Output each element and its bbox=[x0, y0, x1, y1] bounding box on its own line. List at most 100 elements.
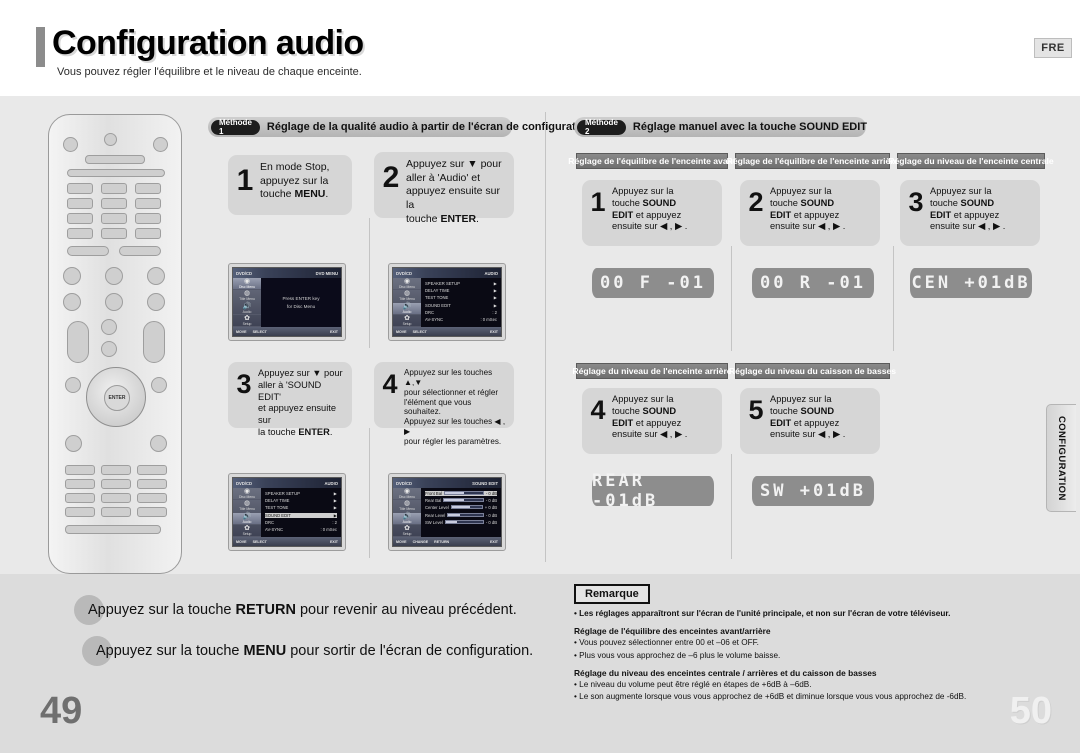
disc-icon: ◉ bbox=[403, 278, 411, 286]
remote-forward-button bbox=[147, 293, 165, 311]
screen-sidebar-item[interactable]: 🔊 Audio bbox=[233, 512, 261, 525]
title-icon: ◍ bbox=[403, 500, 411, 508]
screen-sidebar-item[interactable]: 🔊 Audio bbox=[233, 303, 261, 315]
divider-method1-vertical-bottom bbox=[369, 428, 370, 558]
screen-menu-list: SPEAKER SETUP ▶ DELAY TIME ▶ TEST TONE ▶ SO… bbox=[261, 488, 341, 537]
screen-menu-row[interactable]: TEST TONE ▶ bbox=[265, 505, 337, 510]
screen-menu-row[interactable]: DRC: 2 bbox=[265, 520, 337, 525]
screen-menu-row[interactable]: DRC: 2 bbox=[425, 310, 497, 315]
step-text: Appuyez sur ▼ pour aller à 'Audio' et appu… bbox=[406, 158, 502, 225]
remote-lower-key-2 bbox=[101, 465, 131, 475]
method2-heading: Réglage manuel avec la touche SOUND EDIT bbox=[632, 121, 868, 133]
remote-key-clear bbox=[67, 228, 93, 239]
remote-return-button bbox=[65, 435, 82, 452]
slider-track[interactable] bbox=[447, 512, 484, 517]
screen-menu-row[interactable]: AV-SYNC: 0 mSec bbox=[425, 317, 497, 322]
screen-sidebar-item[interactable]: ◍ Title Menu bbox=[233, 500, 261, 513]
title-icon: ◍ bbox=[243, 290, 251, 298]
screen-sidebar-item[interactable]: ◉ Disc Menu bbox=[233, 488, 261, 501]
step-number: 4 bbox=[382, 369, 398, 399]
speaker-icon: 🔊 bbox=[242, 512, 252, 520]
remote-key-5 bbox=[101, 198, 127, 209]
method1-step-3: 3 Appuyez sur ▼ pour aller à 'SOUND EDIT'… bbox=[228, 362, 352, 437]
screen-slider-row[interactable]: Rear Level - 0 dB bbox=[425, 512, 497, 518]
step-text: En mode Stop, appuyez sur la touche MENU. bbox=[260, 161, 330, 201]
screen-topbar-right: SOUND EDIT bbox=[472, 480, 498, 486]
screen-topbar-right: AUDIO bbox=[484, 270, 499, 276]
screen-menu-row[interactable]: SPEAKER SETUP ▶ bbox=[265, 491, 337, 496]
screen-slider-list: Front Bal - 0 dB Rear Bal - 0 dB Center … bbox=[421, 488, 501, 537]
screen-sidebar-item[interactable]: ✿ Setup bbox=[233, 315, 261, 327]
remote-key-enter bbox=[135, 228, 161, 239]
method2-bar-3: Réglage du niveau de l'enceinte centrale bbox=[888, 153, 1054, 169]
footer-instruction-text: Appuyez sur la touche MENU pour sortir d… bbox=[96, 643, 534, 659]
remarque-label: Remarque bbox=[574, 584, 650, 604]
slider-track[interactable] bbox=[444, 491, 484, 495]
slider-track[interactable] bbox=[450, 505, 483, 510]
screen-sidebar-item[interactable]: 🔊 Audio bbox=[393, 302, 421, 315]
slider-track[interactable] bbox=[444, 519, 484, 524]
screen-menu-list: SPEAKER SETUP ▶ DELAY TIME ▶ TEST TONE ▶ SO… bbox=[421, 278, 501, 327]
remote-power-button bbox=[63, 137, 78, 152]
method1-step-2: 2 Appuyez sur ▼ pour aller à 'Audio' et ap… bbox=[374, 152, 514, 225]
disc-icon: ◉ bbox=[403, 488, 411, 496]
method2-bar-4: Réglage du niveau de l'enceinte arrière bbox=[572, 363, 732, 379]
screen-menu-row[interactable]: DELAY TIME ▶ bbox=[425, 288, 497, 293]
method2-lcd-3: CEN +01dB bbox=[910, 268, 1032, 298]
screen-menu-row[interactable]: DELAY TIME ▶ bbox=[265, 498, 337, 503]
screen-topbar-left: DVD/CD bbox=[396, 270, 413, 276]
page-title: Configuration audio bbox=[52, 24, 364, 62]
screen-sidebar-item[interactable]: ✿ Setup bbox=[393, 525, 421, 537]
method1-heading: Réglage de la qualité audio à partir de … bbox=[266, 121, 593, 133]
screen-sidebar-item[interactable]: ◉ Disc Menu bbox=[393, 278, 421, 291]
screen-menu-row[interactable]: SOUND EDIT ▶ bbox=[425, 303, 497, 308]
screen-menu-row[interactable]: AV-SYNC: 0 mSec bbox=[265, 527, 337, 532]
page-number-left: 49 bbox=[40, 690, 83, 732]
screen-slider-row[interactable]: SW Level - 0 dB bbox=[425, 519, 497, 525]
remote-stop-button bbox=[105, 267, 123, 285]
section-tab-label: CONFIGURATION bbox=[1056, 415, 1067, 501]
method1-step-4: 4 Appuyez sur les touches ▲,▼ pour sélect… bbox=[374, 362, 514, 446]
section-tab-configuration[interactable]: CONFIGURATION bbox=[1046, 404, 1076, 512]
screen-menu-row[interactable]: TEST TONE ▶ bbox=[425, 295, 497, 300]
screen-sidebar-item[interactable]: ◍ Title Menu bbox=[233, 290, 261, 303]
screen-bottombar: MOVE SELECT EXIT bbox=[233, 537, 341, 546]
step-text: Appuyez sur les touches ▲,▼ pour sélectio… bbox=[404, 368, 506, 447]
title-accent-bar bbox=[36, 27, 45, 67]
remote-lower-key-5 bbox=[101, 479, 131, 489]
remote-key-4 bbox=[67, 198, 93, 209]
screen-slider-row[interactable]: Center Level + 0 dB bbox=[425, 505, 497, 510]
method2-bar-5: Réglage du niveau du caisson de basses bbox=[729, 363, 896, 379]
step-number: 3 bbox=[908, 187, 924, 217]
screen-sidebar-item[interactable]: ◍ Title Menu bbox=[393, 500, 421, 513]
screen-sidebar-item[interactable]: ✿ Setup bbox=[393, 315, 421, 327]
screen-sidebar-item[interactable]: ◉ Disc Menu bbox=[233, 278, 261, 291]
screen-sidebar: ◉ Disc Menu ◍ Title Menu 🔊 Audio ✿ Setup bbox=[393, 278, 421, 327]
screen-center-message: Press ENTER key for Disc Menu bbox=[282, 296, 320, 309]
screen-topbar-right: AUDIO bbox=[324, 480, 339, 486]
screen-slider-row-selected[interactable]: Front Bal - 0 dB bbox=[425, 491, 497, 496]
screen-sidebar-item[interactable]: ◉ Disc Menu bbox=[393, 488, 421, 501]
screen-topbar-right: DVD MENU bbox=[315, 270, 338, 276]
screen-menu-row-selected[interactable]: SOUND EDIT ▶ bbox=[265, 512, 337, 518]
note-heading: Réglage du niveau des enceintes centrale… bbox=[574, 667, 877, 678]
method2-step-2: 2 Appuyez sur la touche SOUND EDIT et appu… bbox=[740, 180, 880, 246]
screen-sidebar: ◉ Disc Menu ◍ Title Menu 🔊 Audio ✿ Setup bbox=[393, 488, 421, 537]
remote-control-illustration: ENTER bbox=[48, 114, 182, 574]
method2-tag: Méthode 2 bbox=[577, 118, 626, 136]
speaker-icon: 🔊 bbox=[242, 302, 252, 310]
screen-topbar-left: DVD/CD bbox=[396, 480, 413, 486]
screen-menu-row[interactable]: SPEAKER SETUP ▶ bbox=[425, 281, 497, 286]
remote-key-1 bbox=[67, 183, 93, 194]
remote-key-3 bbox=[135, 183, 161, 194]
remote-lower-key-6 bbox=[137, 479, 167, 489]
method1-header: Méthode 1 Réglage de la qualité audio à … bbox=[208, 117, 592, 137]
screen-sidebar-item[interactable]: ✿ Setup bbox=[233, 525, 261, 537]
screen-slider-row[interactable]: Rear Bal - 0 dB bbox=[425, 498, 497, 503]
screen-sidebar-item[interactable]: ◍ Title Menu bbox=[393, 290, 421, 303]
slider-track[interactable] bbox=[443, 498, 484, 503]
screen-sidebar-item[interactable]: 🔊 Audio bbox=[393, 512, 421, 525]
remote-bar-button-1 bbox=[85, 155, 145, 164]
screen-topbar-left: DVD/CD bbox=[236, 480, 253, 486]
remote-tv-button bbox=[153, 137, 168, 152]
